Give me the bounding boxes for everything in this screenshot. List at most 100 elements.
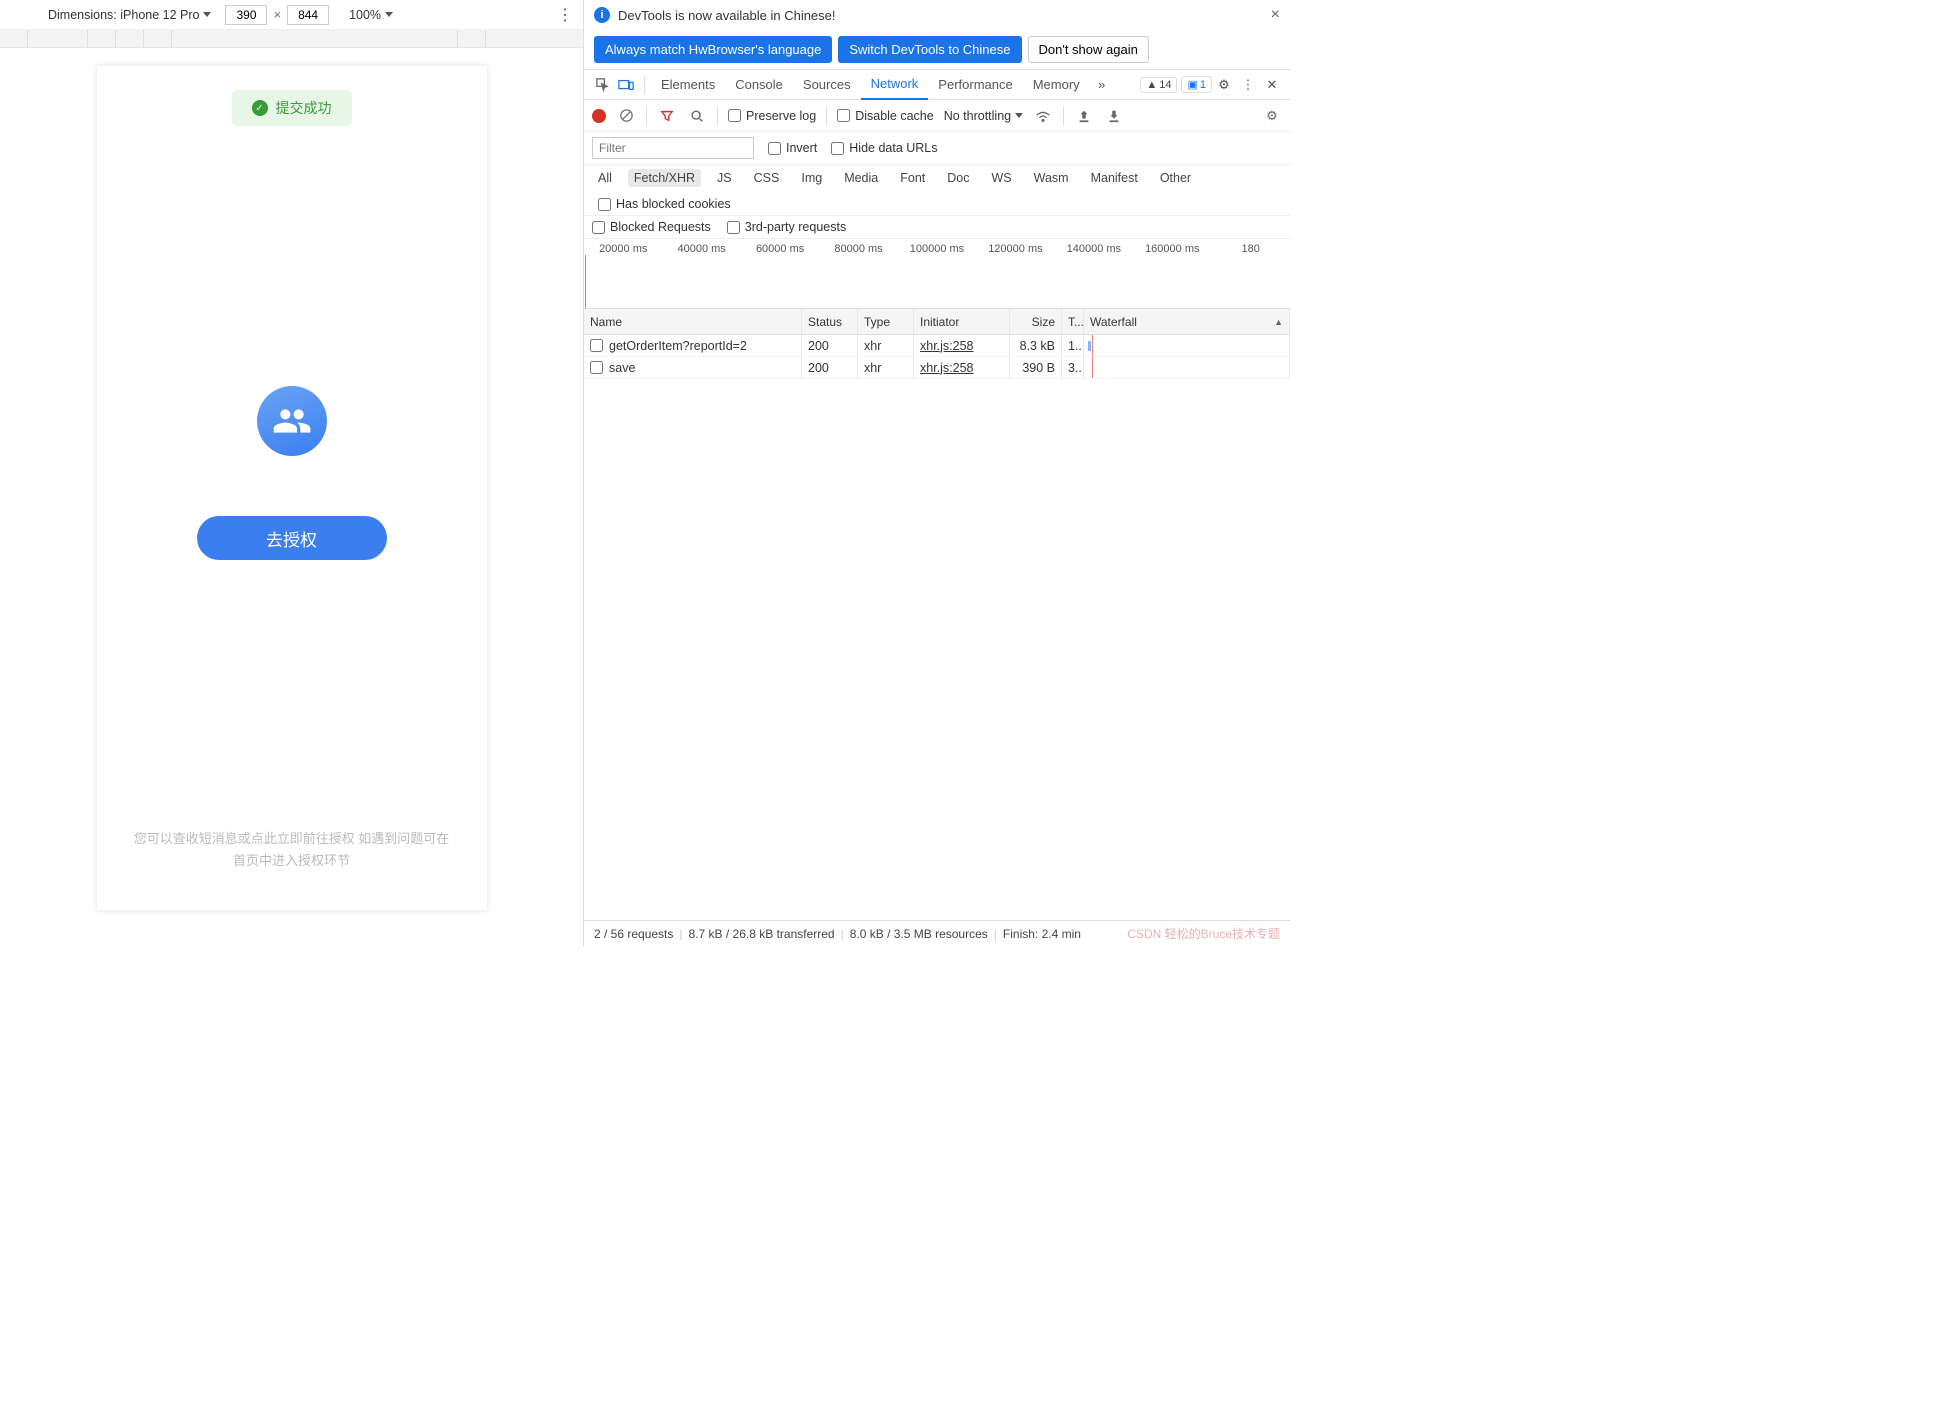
devtools-panel: i DevTools is now available in Chinese! … [584, 0, 1290, 946]
wifi-icon[interactable] [1033, 106, 1053, 126]
search-icon[interactable] [687, 106, 707, 126]
info-bar: i DevTools is now available in Chinese! … [584, 0, 1290, 30]
info-icon: i [594, 7, 610, 23]
col-waterfall[interactable]: Waterfall▲ [1084, 309, 1290, 334]
tab-network[interactable]: Network [861, 70, 929, 100]
type-css[interactable]: CSS [748, 169, 786, 187]
status-requests: 2 / 56 requests [594, 927, 673, 941]
chevron-down-icon [1015, 113, 1023, 118]
timeline-marker [585, 255, 586, 308]
type-filter-row: All Fetch/XHR JS CSS Img Media Font Doc … [584, 165, 1290, 216]
status-bar: 2 / 56 requests| 8.7 kB / 26.8 kB transf… [584, 920, 1290, 946]
success-toast: ✓ 提交成功 [232, 90, 352, 126]
tab-sources[interactable]: Sources [793, 70, 861, 100]
status-resources: 8.0 kB / 3.5 MB resources [850, 927, 988, 941]
row-checkbox[interactable] [590, 339, 603, 352]
blocked-cookies-check[interactable]: Has blocked cookies [598, 197, 731, 211]
always-match-button[interactable]: Always match HwBrowser's language [594, 36, 832, 63]
gear-icon[interactable]: ⚙ [1262, 106, 1282, 126]
type-wasm[interactable]: Wasm [1028, 169, 1075, 187]
filter-input[interactable] [592, 137, 754, 159]
device-viewport: ✓ 提交成功 去授权 您可以查收短消息或点此立即前往授权 如遇到问题可在 首页中… [0, 48, 583, 946]
sort-up-icon: ▲ [1274, 317, 1283, 327]
tab-console[interactable]: Console [725, 70, 793, 100]
close-icon[interactable]: × [1271, 6, 1280, 24]
toast-text: 提交成功 [276, 98, 332, 118]
authorize-button[interactable]: 去授权 [197, 516, 387, 560]
col-status[interactable]: Status [802, 309, 858, 334]
zoom-label: 100% [349, 8, 381, 22]
divider [1063, 107, 1064, 125]
col-size[interactable]: Size [1010, 309, 1062, 334]
upload-icon[interactable] [1074, 106, 1094, 126]
info-text: DevTools is now available in Chinese! [618, 8, 836, 23]
more-menu-icon[interactable]: ⋮ [555, 5, 575, 25]
warnings-badge[interactable]: ▲14 [1140, 77, 1177, 93]
network-toolbar: Preserve log Disable cache No throttling… [584, 100, 1290, 132]
kebab-icon[interactable]: ⋮ [1236, 73, 1260, 97]
user-group-icon [257, 386, 327, 456]
type-font[interactable]: Font [894, 169, 931, 187]
inspect-icon[interactable] [590, 73, 614, 97]
timeline-overview[interactable]: 20000 ms 40000 ms 60000 ms 80000 ms 1000… [584, 239, 1290, 309]
watermark: CSDN 轻松的Bruce技术专题 [1127, 925, 1280, 942]
device-toolbar: Dimensions: iPhone 12 Pro × 100% ⋮ [0, 0, 583, 30]
table-row[interactable]: save 200 xhr xhr.js:258 390 B 3... [584, 357, 1290, 379]
type-doc[interactable]: Doc [941, 169, 975, 187]
status-transferred: 8.7 kB / 26.8 kB transferred [689, 927, 835, 941]
network-table: Name Status Type Initiator Size T... Wat… [584, 309, 1290, 920]
type-other[interactable]: Other [1154, 169, 1197, 187]
third-party-check[interactable]: 3rd-party requests [727, 220, 846, 234]
tab-performance[interactable]: Performance [928, 70, 1022, 100]
record-icon[interactable] [592, 109, 606, 123]
settings-icon[interactable]: ⚙ [1212, 73, 1236, 97]
chevron-down-icon [203, 12, 211, 17]
more-tabs-icon[interactable]: » [1090, 73, 1114, 97]
blocked-requests-check[interactable]: Blocked Requests [592, 220, 711, 234]
zoom-selector[interactable]: 100% [349, 8, 393, 22]
footer-hint: 您可以查收短消息或点此立即前往授权 如遇到问题可在 首页中进入授权环节 [134, 828, 450, 872]
initiator-link[interactable]: xhr.js:258 [920, 339, 974, 353]
initiator-link[interactable]: xhr.js:258 [920, 361, 974, 375]
height-input[interactable] [287, 5, 329, 25]
row-checkbox[interactable] [590, 361, 603, 374]
col-name[interactable]: Name [584, 309, 802, 334]
dont-show-button[interactable]: Don't show again [1028, 36, 1149, 63]
device-label: Dimensions: iPhone 12 Pro [48, 8, 199, 22]
close-devtools-icon[interactable]: ✕ [1260, 73, 1284, 97]
hide-data-urls-check[interactable]: Hide data URLs [831, 141, 937, 155]
table-row[interactable]: getOrderItem?reportId=2 200 xhr xhr.js:2… [584, 335, 1290, 357]
filter-row: Invert Hide data URLs [584, 132, 1290, 165]
footer-line2: 首页中进入授权环节 [134, 850, 450, 872]
waterfall-bar [1088, 341, 1091, 351]
col-initiator[interactable]: Initiator [914, 309, 1010, 334]
type-media[interactable]: Media [838, 169, 884, 187]
type-js[interactable]: JS [711, 169, 738, 187]
type-fetch-xhr[interactable]: Fetch/XHR [628, 169, 701, 187]
messages-badge[interactable]: ▣1 [1181, 76, 1212, 93]
clear-icon[interactable] [616, 106, 636, 126]
device-selector[interactable]: Dimensions: iPhone 12 Pro [48, 8, 211, 22]
type-manifest[interactable]: Manifest [1085, 169, 1144, 187]
switch-chinese-button[interactable]: Switch DevTools to Chinese [838, 36, 1021, 63]
devtools-tabs: Elements Console Sources Network Perform… [584, 70, 1290, 100]
dimension-separator: × [273, 7, 281, 22]
disable-cache-check[interactable]: Disable cache [837, 109, 934, 123]
type-all[interactable]: All [592, 169, 618, 187]
filter-icon[interactable] [657, 106, 677, 126]
device-toggle-icon[interactable] [614, 73, 638, 97]
download-icon[interactable] [1104, 106, 1124, 126]
tab-elements[interactable]: Elements [651, 70, 725, 100]
invert-check[interactable]: Invert [768, 141, 817, 155]
preserve-log-check[interactable]: Preserve log [728, 109, 816, 123]
waterfall-marker [1092, 335, 1093, 356]
type-img[interactable]: Img [795, 169, 828, 187]
width-input[interactable] [225, 5, 267, 25]
throttling-select[interactable]: No throttling [944, 109, 1023, 123]
timeline-ticks: 20000 ms 40000 ms 60000 ms 80000 ms 1000… [584, 239, 1290, 255]
col-time[interactable]: T... [1062, 309, 1084, 334]
footer-line1: 您可以查收短消息或点此立即前往授权 如遇到问题可在 [134, 828, 450, 850]
type-ws[interactable]: WS [985, 169, 1017, 187]
tab-memory[interactable]: Memory [1023, 70, 1090, 100]
col-type[interactable]: Type [858, 309, 914, 334]
